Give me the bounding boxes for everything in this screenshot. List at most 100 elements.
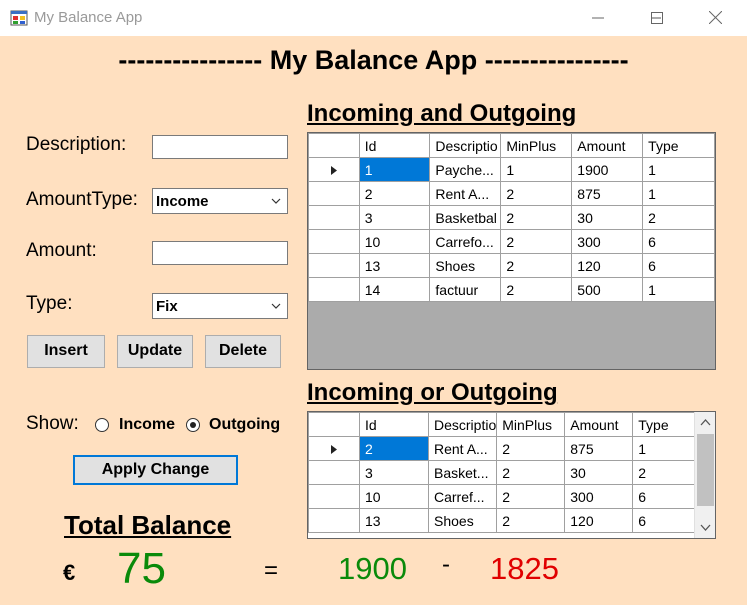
cell-type[interactable]: 1 (642, 181, 715, 206)
cell-description[interactable]: Basket... (427, 460, 498, 485)
cell-id[interactable]: 10 (359, 484, 429, 509)
row-header[interactable] (308, 508, 360, 533)
outgoing-radio[interactable] (186, 418, 200, 432)
cell-minplus[interactable]: 1 (500, 157, 573, 182)
cell-minplus[interactable]: 2 (500, 253, 573, 278)
cell-id[interactable]: 1 (358, 157, 431, 182)
cell-amount[interactable]: 120 (564, 508, 634, 533)
column-header-id[interactable]: Id (359, 412, 429, 437)
cell-amount[interactable]: 30 (571, 205, 644, 230)
cell-id[interactable]: 3 (358, 205, 431, 230)
cell-amount[interactable]: 875 (564, 436, 634, 461)
cell-minplus[interactable]: 2 (496, 436, 566, 461)
cell-type[interactable]: 2 (642, 205, 715, 230)
cell-description[interactable]: Shoes (427, 508, 498, 533)
data-grid-all[interactable]: Id Descriptio MinPlus Amount Type 1 Paych… (307, 132, 716, 370)
scroll-up-icon[interactable] (700, 418, 711, 426)
column-header-amount[interactable]: Amount (571, 133, 644, 158)
insert-button[interactable]: Insert (27, 335, 105, 368)
type-select[interactable]: Fix (152, 293, 288, 319)
close-icon[interactable] (708, 10, 723, 25)
cell-type[interactable]: 6 (632, 508, 702, 533)
column-header-minplus[interactable]: MinPlus (496, 412, 566, 437)
cell-id[interactable]: 13 (358, 253, 431, 278)
cell-type[interactable]: 1 (642, 157, 715, 182)
amount-type-select[interactable]: Income (152, 188, 288, 214)
delete-button[interactable]: Delete (205, 335, 281, 368)
cell-amount[interactable]: 300 (571, 229, 644, 254)
cell-amount[interactable]: 120 (571, 253, 644, 278)
update-button[interactable]: Update (117, 335, 193, 368)
cell-minplus[interactable]: 2 (496, 460, 566, 485)
scrollbar-thumb[interactable] (697, 434, 714, 506)
cell-id[interactable]: 14 (358, 277, 431, 302)
cell-id[interactable]: 2 (359, 436, 429, 461)
vertical-scrollbar[interactable] (694, 412, 715, 538)
row-header[interactable] (308, 484, 360, 509)
table-row[interactable]: 3 Basket... 2 30 2 (308, 460, 702, 485)
cell-type[interactable]: 2 (632, 460, 702, 485)
table-row[interactable]: 3 Basketbal 2 30 2 (308, 205, 715, 230)
table-row[interactable]: 10 Carref... 2 300 6 (308, 484, 702, 509)
income-radio[interactable] (95, 418, 109, 432)
cell-description[interactable]: Payche... (429, 157, 502, 182)
cell-amount[interactable]: 500 (571, 277, 644, 302)
row-header[interactable] (308, 253, 360, 278)
column-header-type[interactable]: Type (632, 412, 702, 437)
column-header-description[interactable]: Descriptio (429, 133, 502, 158)
column-header-type[interactable]: Type (642, 133, 715, 158)
cell-amount[interactable]: 1900 (571, 157, 644, 182)
cell-id[interactable]: 3 (359, 460, 429, 485)
cell-minplus[interactable]: 2 (500, 277, 573, 302)
amount-input[interactable] (152, 241, 288, 265)
maximize-icon[interactable] (651, 11, 663, 24)
table-row[interactable]: 13 Shoes 2 120 6 (308, 253, 715, 278)
cell-minplus[interactable]: 2 (500, 229, 573, 254)
table-row[interactable]: 2 Rent A... 2 875 1 (308, 436, 702, 461)
table-row[interactable]: 1 Payche... 1 1900 1 (308, 157, 715, 182)
cell-id[interactable]: 13 (359, 508, 429, 533)
cell-amount[interactable]: 300 (564, 484, 634, 509)
maximize-button[interactable] (679, 0, 701, 36)
table-row[interactable]: 2 Rent A... 2 875 1 (308, 181, 715, 206)
row-header[interactable] (308, 436, 360, 461)
cell-description[interactable]: Shoes (429, 253, 502, 278)
table-row[interactable]: 13 Shoes 2 120 6 (308, 508, 702, 533)
table-row[interactable]: 10 Carrefo... 2 300 6 (308, 229, 715, 254)
cell-amount[interactable]: 875 (571, 181, 644, 206)
outgoing-radio-label[interactable]: Outgoing (209, 416, 280, 434)
apply-change-button[interactable]: Apply Change (73, 455, 238, 485)
cell-type[interactable]: 6 (642, 229, 715, 254)
cell-type[interactable]: 1 (642, 277, 715, 302)
scroll-down-icon[interactable] (700, 524, 711, 532)
cell-type[interactable]: 6 (632, 484, 702, 509)
cell-description[interactable]: Rent A... (427, 436, 498, 461)
row-header[interactable] (308, 229, 360, 254)
cell-amount[interactable]: 30 (564, 460, 634, 485)
column-header-id[interactable]: Id (358, 133, 431, 158)
row-header[interactable] (308, 157, 360, 182)
cell-description[interactable]: Basketbal (429, 205, 502, 230)
cell-minplus[interactable]: 2 (500, 205, 573, 230)
row-header[interactable] (308, 277, 360, 302)
cell-minplus[interactable]: 2 (496, 484, 566, 509)
row-header[interactable] (308, 460, 360, 485)
description-input[interactable] (152, 135, 288, 159)
cell-id[interactable]: 2 (358, 181, 431, 206)
column-header-minplus[interactable]: MinPlus (500, 133, 573, 158)
cell-description[interactable]: Carrefo... (429, 229, 502, 254)
cell-description[interactable]: Carref... (427, 484, 498, 509)
cell-description[interactable]: factuur (429, 277, 502, 302)
column-header-description[interactable]: Descriptio (427, 412, 498, 437)
cell-minplus[interactable]: 2 (500, 181, 573, 206)
cell-minplus[interactable]: 2 (496, 508, 566, 533)
cell-id[interactable]: 10 (358, 229, 431, 254)
cell-type[interactable]: 1 (632, 436, 702, 461)
table-row[interactable]: 14 factuur 2 500 1 (308, 277, 715, 302)
row-header[interactable] (308, 181, 360, 206)
column-header-amount[interactable]: Amount (564, 412, 634, 437)
data-grid-filtered[interactable]: Id Descriptio MinPlus Amount Type 2 Rent … (307, 411, 716, 539)
cell-description[interactable]: Rent A... (429, 181, 502, 206)
cell-type[interactable]: 6 (642, 253, 715, 278)
minimize-icon-glyph[interactable] (592, 11, 604, 23)
